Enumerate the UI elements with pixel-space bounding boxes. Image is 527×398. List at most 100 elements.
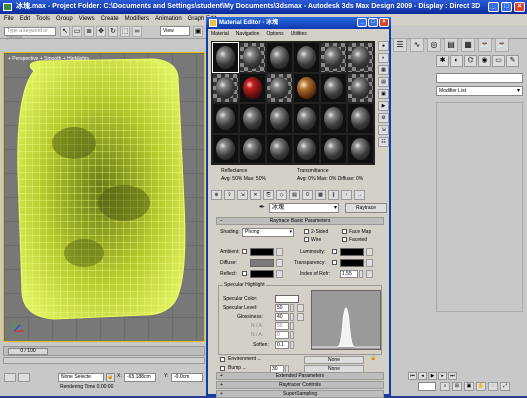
go-forward-sibling-icon[interactable]: → <box>354 190 365 200</box>
ior-map-button[interactable] <box>366 270 373 278</box>
reset-map-icon[interactable]: ✕ <box>250 190 261 200</box>
ambient-map-button[interactable] <box>276 248 283 256</box>
motion-tab-icon[interactable]: ◉ <box>478 55 491 67</box>
menu-group[interactable]: Group <box>56 14 73 25</box>
transparency-map-button[interactable] <box>366 259 373 267</box>
material-type-button[interactable]: Raytrace <box>345 203 387 213</box>
hierarchy-tab-icon[interactable]: ⌬ <box>464 55 477 67</box>
move-icon[interactable]: ✥ <box>96 26 106 37</box>
minimize-button[interactable]: _ <box>488 2 499 12</box>
select-region-icon[interactable]: ▭ <box>72 26 82 37</box>
pivot-icon[interactable]: ▣ <box>193 26 203 37</box>
sample-slot[interactable] <box>294 43 319 72</box>
sample-slot[interactable] <box>348 104 373 133</box>
object-name-field[interactable] <box>436 73 523 83</box>
menu-tools[interactable]: Tools <box>36 14 50 25</box>
soften-field[interactable]: 0.1 <box>275 341 289 349</box>
close-button[interactable]: × <box>514 2 525 12</box>
select-by-material-icon[interactable]: ⇲ <box>378 125 389 135</box>
modifier-stack[interactable] <box>436 102 523 312</box>
med-menu-navigation[interactable]: Navigation <box>236 29 260 39</box>
render-setup-icon[interactable]: ▤ <box>444 38 458 52</box>
environment-lock-icon[interactable]: 🔒 <box>370 355 376 361</box>
show-end-result-icon[interactable]: ∥ <box>328 190 339 200</box>
menu-edit[interactable]: Edit <box>20 14 30 25</box>
make-preview-icon[interactable]: ▶ <box>378 101 389 111</box>
reflect-checkbox[interactable] <box>242 271 247 276</box>
prev-frame-icon[interactable]: ◂ <box>418 372 427 380</box>
background-icon[interactable]: ▦ <box>378 65 389 75</box>
med-menu-utilities[interactable]: Utilities <box>291 29 307 39</box>
sample-slot[interactable] <box>294 104 319 133</box>
spec-level-field[interactable]: 50 <box>275 304 289 312</box>
orbit-icon[interactable]: ◌ <box>488 382 498 391</box>
selection-lock-icon[interactable]: 🔒 <box>106 373 115 382</box>
time-slider[interactable]: 0 / 100 <box>3 346 205 356</box>
sample-slot[interactable] <box>213 104 238 133</box>
reflect-map-button[interactable] <box>276 270 283 278</box>
med-menu-material[interactable]: Material <box>211 29 229 39</box>
reference-coord-select[interactable]: View <box>160 26 190 36</box>
glossiness-map-button[interactable] <box>297 313 304 321</box>
render-icon[interactable]: ☕ <box>478 38 492 52</box>
material-map-navigator-icon[interactable]: ☷ <box>378 137 389 147</box>
menu-modifiers[interactable]: Modifiers <box>125 14 149 25</box>
med-close-button[interactable]: × <box>379 18 389 27</box>
sample-slot[interactable] <box>294 134 319 163</box>
sample-slot[interactable] <box>321 104 346 133</box>
sample-slot[interactable] <box>240 104 265 133</box>
curve-editor-icon[interactable]: ∿ <box>410 38 424 52</box>
next-frame-icon[interactable]: ▸ <box>438 372 447 380</box>
menu-views[interactable]: Views <box>79 14 95 25</box>
diffuse-color-swatch[interactable] <box>250 259 274 267</box>
sample-slot[interactable] <box>267 43 292 72</box>
x-coord-field[interactable]: -65.188cm <box>124 373 156 382</box>
zoom-icon[interactable]: ⌕ <box>440 382 450 391</box>
luminosity-color-swatch[interactable] <box>340 248 364 256</box>
sample-slot[interactable] <box>348 134 373 163</box>
sample-slot[interactable] <box>294 73 319 102</box>
med-menu-options[interactable]: Options <box>266 29 283 39</box>
material-name-field[interactable]: 冰塊 <box>269 203 339 213</box>
sample-slot[interactable] <box>321 134 346 163</box>
sample-slot[interactable] <box>212 42 239 73</box>
current-frame-field[interactable] <box>418 382 436 391</box>
search-input[interactable]: Type a keyword or phrase <box>4 27 56 41</box>
glossiness-spinner[interactable] <box>290 313 294 321</box>
maxscript-listener-icon[interactable] <box>4 373 16 382</box>
ambient-checkbox[interactable] <box>242 249 247 254</box>
bump-checkbox[interactable] <box>220 366 225 371</box>
med-minimize-button[interactable]: _ <box>357 18 367 27</box>
spec-color-swatch[interactable] <box>275 295 299 303</box>
option-face-map[interactable]: Face Map <box>342 229 371 235</box>
sample-slot[interactable] <box>321 73 346 102</box>
sample-slot[interactable] <box>267 134 292 163</box>
diffuse-map-button[interactable] <box>276 259 283 267</box>
goto-start-icon[interactable]: ⏮ <box>408 372 417 380</box>
y-coord-field[interactable]: -0.0cm <box>171 373 203 382</box>
sample-slot[interactable] <box>267 73 292 102</box>
put-to-library-icon[interactable]: ▤ <box>289 190 300 200</box>
modify-tab-icon[interactable]: ◐ <box>450 55 463 67</box>
maximize-viewport-icon[interactable]: ⤢ <box>500 382 510 391</box>
reflect-color-swatch[interactable] <box>250 270 274 278</box>
rollout-basic-header[interactable]: − Raytrace Basic Parameters <box>216 217 384 225</box>
copy-material-icon[interactable]: ⎘ <box>263 190 274 200</box>
rotate-icon[interactable]: ↻ <box>108 26 118 37</box>
sample-slot[interactable] <box>267 104 292 133</box>
show-map-in-viewport-icon[interactable]: ▩ <box>315 190 326 200</box>
get-material-icon[interactable]: ⊕ <box>211 190 222 200</box>
scale-icon[interactable]: ⬚ <box>120 26 130 37</box>
rollout-controls-header[interactable]: + Raytracer Controls <box>216 381 384 389</box>
sample-slot[interactable] <box>321 43 346 72</box>
time-slider-thumb[interactable]: 0 / 100 <box>8 348 48 355</box>
sample-type-icon[interactable]: ● <box>378 41 389 51</box>
maximize-button[interactable]: □ <box>501 2 512 12</box>
goto-end-icon[interactable]: ⏭ <box>448 372 457 380</box>
option-faceted[interactable]: Faceted <box>342 237 367 243</box>
environment-checkbox[interactable] <box>220 357 225 362</box>
render-production-icon[interactable]: ☕ <box>495 38 509 52</box>
environment-map-button[interactable]: None <box>304 356 364 364</box>
material-editor-icon[interactable]: ◎ <box>427 38 441 52</box>
option-2-sided[interactable]: 2-Sided <box>304 229 328 235</box>
